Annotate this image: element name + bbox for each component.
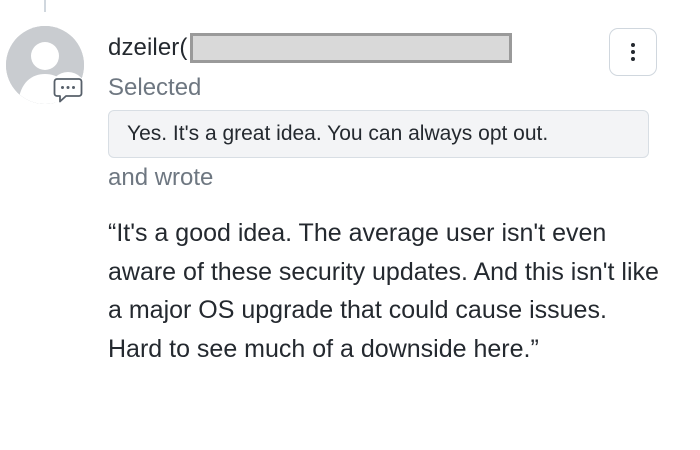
kebab-menu-icon (631, 43, 635, 61)
comment-icon (53, 78, 83, 103)
username[interactable]: dzeiler( (108, 34, 188, 62)
comment-body: “It's a good idea. The average user isn'… (108, 219, 659, 363)
redaction-bar (189, 33, 512, 63)
comment-badge (50, 72, 86, 108)
timeline-line (44, 0, 46, 12)
more-options-button[interactable] (609, 28, 657, 76)
poll-comment: dzeiler( Selected Yes. It's a great idea… (0, 0, 700, 450)
selected-option-text: Yes. It's a great idea. You can always o… (127, 122, 549, 145)
selected-label: Selected (108, 74, 202, 101)
selected-poll-option: Yes. It's a great idea. You can always o… (108, 110, 649, 158)
username-row: dzeiler( (108, 30, 512, 66)
wrote-label: and wrote (108, 164, 214, 191)
